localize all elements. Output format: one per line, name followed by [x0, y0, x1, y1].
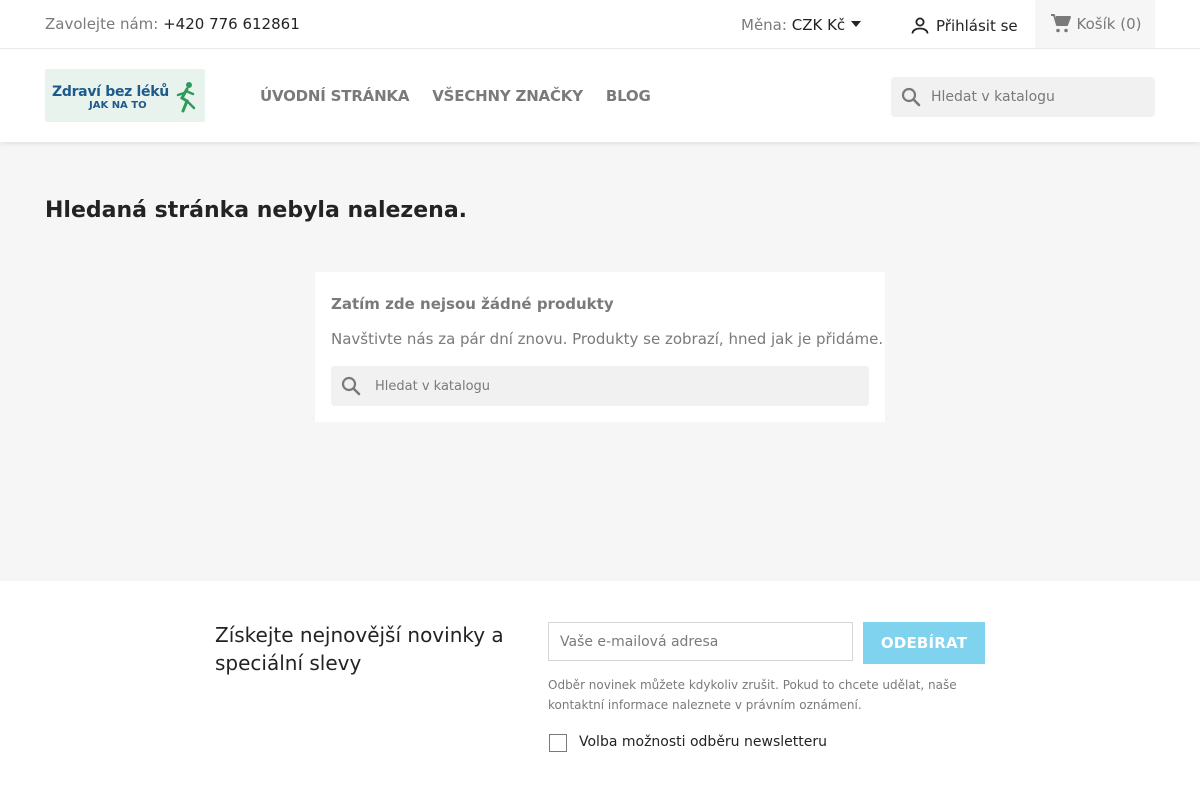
caret-down-icon[interactable]: [851, 20, 862, 27]
newsletter-email-input[interactable]: [548, 622, 853, 661]
header-search-input[interactable]: [929, 88, 1153, 106]
contact-label: Zavolejte nám:: [45, 15, 159, 33]
main-nav: ÚVODNÍ STRÁNKA VŠECHNY ZNAČKY BLOG: [260, 87, 651, 105]
consent-label: Volba možnosti odběru newsletteru: [579, 734, 827, 750]
nav-item-brands[interactable]: VŠECHNY ZNAČKY: [432, 87, 583, 105]
phone-number[interactable]: +420 776 612861: [163, 15, 300, 33]
newsletter-consent[interactable]: Volba možnosti odběru newsletteru: [548, 732, 827, 752]
signin-label: Přihlásit se: [936, 17, 1018, 35]
subscribe-button[interactable]: ODEBÍRAT: [863, 622, 985, 664]
top-bar: Zavolejte nám: +420 776 612861 Měna: CZK…: [0, 0, 1200, 49]
consent-checkbox[interactable]: [549, 734, 567, 752]
no-products-text: Navštivte nás za pár dní znovu. Produkty…: [331, 330, 884, 348]
cart-label: Košík: [1076, 15, 1116, 33]
newsletter-section: Získejte nejnovější novinky a speciální …: [0, 581, 1200, 800]
page-title: Hledaná stránka nebyla nalezena.: [45, 198, 468, 223]
site-logo[interactable]: Zdraví bez léků JAK NA TO: [45, 69, 205, 122]
cart-button[interactable]: Košík (0): [1035, 0, 1155, 48]
search-icon: [341, 376, 361, 396]
currency-selector[interactable]: Měna: CZK Kč: [741, 16, 862, 34]
search-icon: [901, 87, 921, 107]
shopping-cart-icon: [1050, 14, 1071, 33]
newsletter-title: Získejte nejnovější novinky a speciální …: [215, 623, 504, 675]
catalog-search[interactable]: [331, 366, 869, 406]
runner-icon: [176, 82, 196, 113]
currency-label: Měna:: [741, 16, 787, 34]
currency-value[interactable]: CZK Kč: [792, 16, 845, 34]
contact-info: Zavolejte nám: +420 776 612861: [45, 15, 300, 33]
no-products-heading: Zatím zde nejsou žádné produkty: [331, 295, 614, 313]
logo-line1: Zdraví bez léků: [52, 84, 169, 100]
logo-line2: JAK NA TO: [89, 100, 147, 111]
nav-item-blog[interactable]: BLOG: [606, 87, 651, 105]
person-icon: [911, 17, 929, 34]
main-header: Zdraví bez léků JAK NA TO ÚVODNÍ STRÁNKA…: [0, 49, 1200, 142]
header-search[interactable]: [891, 77, 1155, 117]
catalog-search-input[interactable]: [373, 377, 857, 395]
signin-link[interactable]: Přihlásit se: [908, 14, 1018, 38]
no-products-box: Zatím zde nejsou žádné produkty Navštivt…: [315, 272, 885, 422]
newsletter-note: Odběr novinek můžete kdykoliv zrušit. Po…: [548, 678, 957, 712]
nav-item-home[interactable]: ÚVODNÍ STRÁNKA: [260, 87, 409, 105]
cart-count: (0): [1120, 15, 1142, 33]
